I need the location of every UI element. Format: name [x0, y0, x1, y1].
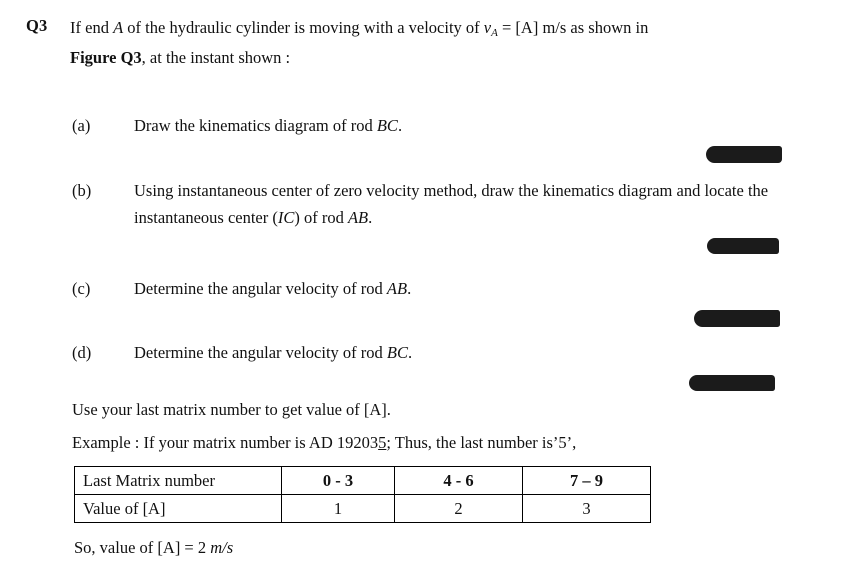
table-cell-value-2: 2 [394, 494, 523, 523]
stem-text-part1: If end [70, 18, 114, 37]
matrix-example-text2: ; Thus, the last number is’5’, [386, 433, 577, 452]
question-stem: If end A of the hydraulic cylinder is mo… [70, 15, 788, 72]
part-a-marker: (a) [72, 116, 91, 135]
part-b-line2-text3: . [368, 207, 373, 227]
figure-reference: Figure Q3 [70, 47, 142, 67]
redaction-mark-2 [707, 238, 779, 254]
part-b-line1: Using instantaneous center of zero veloc… [134, 181, 701, 200]
final-value-note: So, value of [A] = 2 m/s [74, 538, 233, 558]
part-d-marker: (d) [72, 343, 92, 362]
matrix-value-table: Last Matrix number 0 - 3 4 - 6 7 – 9 Val… [74, 466, 651, 523]
stem-var-A: A [113, 18, 124, 37]
redaction-mark-3 [694, 310, 780, 327]
part-b-marker: (b) [72, 181, 92, 200]
part-c-text-end: . [407, 279, 412, 298]
final-value-text: So, value of [A] = 2 [74, 538, 211, 557]
matrix-example: Example : If your matrix number is AD 19… [72, 433, 576, 453]
part-d-text: Determine the angular velocity of rod [134, 343, 387, 362]
matrix-instruction: Use your last matrix number to get value… [72, 400, 391, 419]
stem-line2: Figure Q3, at the instant shown : [70, 45, 788, 72]
table-row: Value of [A] 1 2 3 [74, 494, 651, 523]
part-c-marker: (c) [72, 279, 91, 298]
table-header-last-matrix-number: Last Matrix number [74, 466, 282, 495]
stem-velocity-subscript: A [491, 27, 498, 39]
document-page: Q3 If end A of the hydraulic cylinder is… [0, 0, 860, 588]
part-d-rod-label: BC [386, 343, 408, 362]
part-d-text-end: . [408, 343, 413, 362]
final-value-unit: m/s [210, 538, 234, 557]
part-b-line2-text2: ) of rod [294, 207, 348, 227]
stem-text-part2: of the hydraulic cylinder is moving with… [123, 18, 484, 37]
question-part-c: (c) Determine the angular velocity of ro… [72, 276, 832, 303]
part-c-rod-label: AB [386, 279, 408, 298]
table-cell-value-of-a: Value of [A] [74, 494, 282, 523]
table-header-range-7-9: 7 – 9 [522, 466, 651, 495]
redaction-mark-4 [689, 375, 775, 391]
table-cell-value-3: 3 [522, 494, 651, 523]
question-part-b: (b) Using instantaneous center of zero v… [72, 178, 832, 231]
part-b-ic-label: IC [277, 207, 295, 227]
matrix-example-text1: Example : If your matrix number is AD 19… [72, 433, 379, 452]
part-b-rod-label: AB [347, 207, 369, 227]
table-row: Last Matrix number 0 - 3 4 - 6 7 – 9 [74, 466, 651, 495]
part-a-text-end: . [397, 116, 403, 135]
part-c-body: Determine the angular velocity of rod AB… [134, 276, 824, 303]
part-a-body: Draw the kinematics diagram of rod BC. [134, 113, 824, 140]
part-b-body: Using instantaneous center of zero veloc… [134, 178, 824, 231]
part-d-body: Determine the angular velocity of rod BC… [134, 340, 824, 367]
table-cell-value-1: 1 [281, 494, 395, 523]
part-a-text: Draw the kinematics diagram of rod [134, 116, 377, 135]
question-part-a: (a) Draw the kinematics diagram of rod B… [72, 113, 832, 140]
redaction-mark-1 [706, 146, 782, 163]
question-part-d: (d) Determine the angular velocity of ro… [72, 340, 832, 367]
table-header-range-0-3: 0 - 3 [281, 466, 395, 495]
part-c-text: Determine the angular velocity of rod [134, 279, 387, 298]
table-header-range-4-6: 4 - 6 [394, 466, 523, 495]
stem-text-part3: = [A] m/s as shown in [497, 18, 649, 37]
stem-line2-rest: , at the instant shown : [141, 47, 291, 67]
part-a-rod-label: BC [376, 116, 398, 135]
question-number: Q3 [26, 16, 48, 35]
